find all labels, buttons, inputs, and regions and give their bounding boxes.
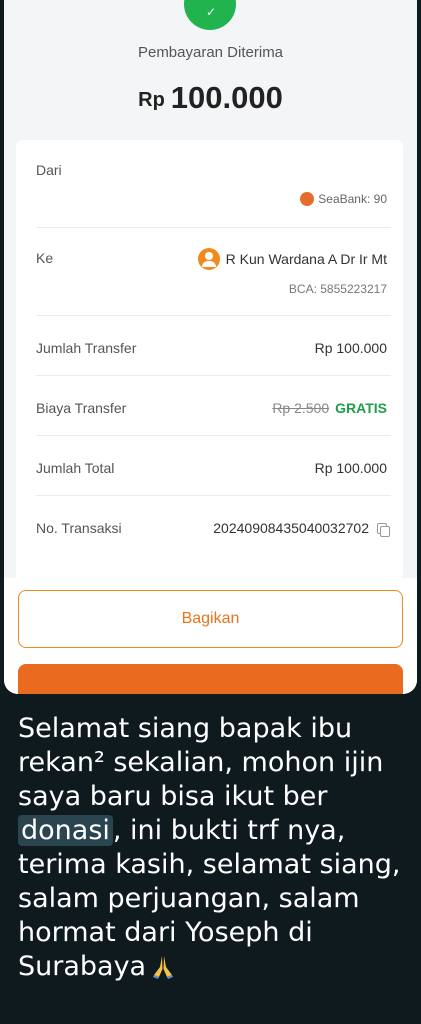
transfer-fee-value: Rp 2.500 GRATIS [272, 400, 387, 416]
total-amount-label: Jumlah Total [36, 460, 115, 476]
transaction-number: 20240908435040032702 [213, 520, 369, 536]
free-badge: GRATIS [335, 400, 387, 416]
message-caption: Selamat siang bapak ibu rekan² sekalian,… [18, 712, 413, 984]
row-total-amount: Jumlah Total Rp 100.000 [36, 436, 391, 496]
row-sender: Dari SeaBank: 90 [36, 140, 391, 228]
bank-icon [300, 192, 315, 206]
transaction-number-value: 20240908435040032702 [213, 520, 390, 537]
amount-value: 100.000 [170, 80, 283, 115]
check-icon: ✓ [206, 5, 217, 19]
transaction-details-card: Dari SeaBank: 90 Ke R Kun Wardana A Dr I… [16, 140, 403, 580]
transfer-amount-label: Jumlah Transfer [36, 340, 137, 356]
transaction-number-label: No. Transaksi [36, 520, 122, 536]
currency: Rp [138, 89, 165, 111]
transfer-fee-label: Biaya Transfer [36, 400, 127, 416]
row-recipient: Ke R Kun Wardana A Dr Ir Mt BCA: 5855223… [36, 228, 391, 316]
original-fee: Rp 2.500 [272, 400, 330, 416]
sender-bank: SeaBank: 90 [318, 192, 387, 206]
action-footer: Bagikan Selesai [4, 578, 417, 694]
receipt-screenshot[interactable]: ✓ Pembayaran Diterima Rp 100.000 Dari Sea… [4, 0, 417, 694]
row-transfer-fee: Biaya Transfer Rp 2.500 GRATIS [36, 376, 391, 436]
copy-icon[interactable] [377, 523, 390, 537]
row-transfer-amount: Jumlah Transfer Rp 100.000 [36, 316, 391, 376]
highlighted-word[interactable]: donasi [18, 815, 113, 846]
sender-label: Dari [36, 162, 62, 178]
recipient-label: Ke [36, 250, 54, 266]
recipient-value: R Kun Wardana A Dr Ir Mt [197, 248, 387, 270]
status-title: Pembayaran Diterima [137, 44, 284, 61]
total-amount-value: Rp 100.000 [314, 460, 387, 476]
recipient-name: R Kun Wardana A Dr Ir Mt [225, 251, 387, 267]
done-button[interactable]: Selesai [18, 664, 403, 694]
amount: Rp 100.000 [4, 80, 417, 116]
success-badge: ✓ [184, 0, 236, 30]
person-icon [197, 248, 220, 270]
sender-value: SeaBank: 90 [300, 192, 387, 206]
caption-text-start: Selamat siang bapak ibu rekan² sekalian,… [18, 713, 384, 812]
folded-hands-emoji [153, 956, 174, 979]
recipient-account: BCA: 5855223217 [288, 282, 387, 296]
row-transaction-number: No. Transaksi 20240908435040032702 [36, 496, 391, 556]
transfer-amount-value: Rp 100.000 [314, 340, 387, 356]
share-button[interactable]: Bagikan [18, 590, 403, 648]
